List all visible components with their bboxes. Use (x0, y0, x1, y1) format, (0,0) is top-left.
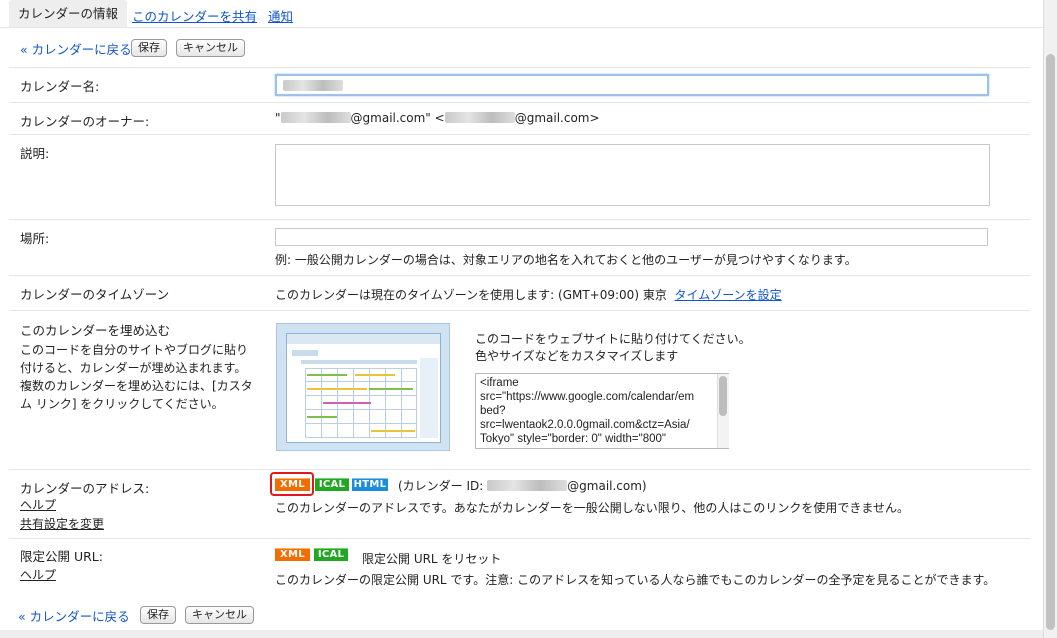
divider (9, 134, 1030, 135)
private-ical-badge-button[interactable]: ICAL (314, 548, 348, 561)
embed-instruction: このコードをウェブサイトに貼り付けてください。 (475, 332, 751, 346)
timezone-text: このカレンダーは現在のタイムゾーンを使用します: (GMT+09:00) 東京 … (275, 286, 782, 303)
customize-link[interactable]: 色やサイズなどをカスタマイズします (475, 347, 678, 364)
preview-window (286, 333, 441, 443)
page-scrollbar[interactable] (1043, 0, 1057, 638)
tab-calendar-info[interactable]: カレンダーの情報 (9, 0, 128, 27)
embed-desc-line: このコードを自分のサイトやブログに貼り (20, 343, 249, 357)
divider (9, 67, 1030, 68)
owner-email-2: @gmail.com> (514, 111, 600, 125)
redacted-owner-name (280, 112, 351, 123)
preview-event (307, 416, 337, 418)
embed-code-textarea[interactable] (475, 373, 729, 449)
calendar-id-suffix: @gmail.com) (567, 479, 647, 493)
calendar-id-prefix: (カレンダー ID: (398, 479, 484, 493)
set-timezone-link[interactable]: タイムゾーンを設定 (674, 288, 781, 302)
page-scrollbar-thumb[interactable] (1046, 54, 1055, 630)
embed-label: このカレンダーを埋め込む (20, 323, 171, 338)
preview-event (369, 388, 413, 390)
private-url-label: 限定公開 URL: (20, 549, 103, 564)
cancel-button-bottom[interactable]: キャンセル (185, 606, 254, 624)
divider (9, 469, 1030, 470)
reset-private-url-link[interactable]: 限定公開 URL をリセット (362, 550, 501, 567)
private-xml-badge-button[interactable]: XML (275, 548, 310, 561)
preview-event (355, 374, 395, 376)
calendar-id-text: (カレンダー ID: @gmail.com) (398, 477, 647, 494)
tab-bar: カレンダーの情報 このカレンダーを共有 通知 (0, 0, 1043, 28)
preview-nav (292, 350, 318, 356)
owner-email-1: @gmail.com" < (350, 111, 445, 125)
save-button-top[interactable]: 保存 (131, 39, 167, 57)
address-help-link[interactable]: ヘルプ (20, 496, 56, 513)
embed-description: このコードを自分のサイトやブログに貼り 付けると、カレンダーが埋め込まれます。 … (20, 341, 260, 413)
preview-grid (305, 368, 417, 438)
description-textarea[interactable] (275, 144, 990, 206)
embed-desc-line: 複数のカレンダーを埋め込むには、[カスタ (20, 379, 253, 393)
divider (9, 538, 1030, 539)
location-label: 場所: (20, 231, 50, 246)
preview-title-bar (287, 334, 440, 344)
embed-desc-line: ム リンク] をクリックしてください。 (20, 397, 224, 411)
preview-event (307, 374, 347, 376)
calendar-name-label: カレンダー名: (20, 79, 100, 94)
location-hint: 例: 一般公開カレンダーの場合は、対象エリアの地名を入れておくと他のユーザーが見… (275, 253, 857, 267)
redacted-name (283, 80, 343, 91)
redacted-calendar-id (487, 480, 568, 491)
cancel-button-top[interactable]: キャンセル (176, 39, 245, 57)
calendar-owner-value: " @gmail.com" < @gmail.com> (275, 111, 600, 125)
address-description: このカレンダーのアドレスです。あなたがカレンダーを一般公開しない限り、他の人はこ… (275, 501, 909, 515)
calendar-owner-label: カレンダーのオーナー: (20, 114, 150, 129)
back-to-calendar-link-bottom[interactable]: « カレンダーに戻る (18, 606, 130, 625)
timezone-current: このカレンダーは現在のタイムゾーンを使用します: (GMT+09:00) 東京 (275, 288, 667, 302)
location-input[interactable] (275, 228, 988, 246)
tab-share-calendar[interactable]: このカレンダーを共有 (132, 6, 257, 25)
description-label: 説明: (20, 146, 50, 161)
preview-sidebar (420, 358, 438, 438)
tab-notifications[interactable]: 通知 (268, 6, 293, 25)
ical-badge-button[interactable]: ICAL (315, 478, 349, 491)
embed-desc-line: 付けると、カレンダーが埋め込まれます。 (20, 361, 247, 375)
divider (9, 310, 1030, 311)
page-bottom-edge (0, 630, 1043, 638)
timezone-label: カレンダーのタイムゾーン (20, 287, 170, 302)
divider (9, 102, 1030, 103)
calendar-address-label: カレンダーのアドレス: (20, 481, 150, 496)
preview-event (307, 388, 367, 390)
embed-preview-image (276, 323, 450, 451)
xml-badge-button[interactable]: XML (275, 478, 310, 491)
back-to-calendar-link-top[interactable]: « カレンダーに戻る (20, 39, 132, 58)
save-button-bottom[interactable]: 保存 (140, 606, 176, 624)
divider (9, 219, 1030, 220)
html-badge-button[interactable]: HTML (352, 478, 388, 491)
redacted-owner-email (444, 112, 515, 123)
private-url-help-link[interactable]: ヘルプ (20, 566, 56, 583)
preview-event (371, 430, 415, 432)
calendar-name-input[interactable] (275, 74, 989, 96)
divider (9, 275, 1030, 276)
preview-event (323, 402, 371, 404)
change-sharing-link[interactable]: 共有設定を変更 (20, 515, 104, 532)
code-scrollbar[interactable] (717, 374, 729, 448)
preview-header (301, 360, 417, 364)
owner-quote: " (275, 111, 281, 125)
private-url-description: このカレンダーの限定公開 URL です。注意: このアドレスを知っている人なら誰… (275, 573, 996, 587)
